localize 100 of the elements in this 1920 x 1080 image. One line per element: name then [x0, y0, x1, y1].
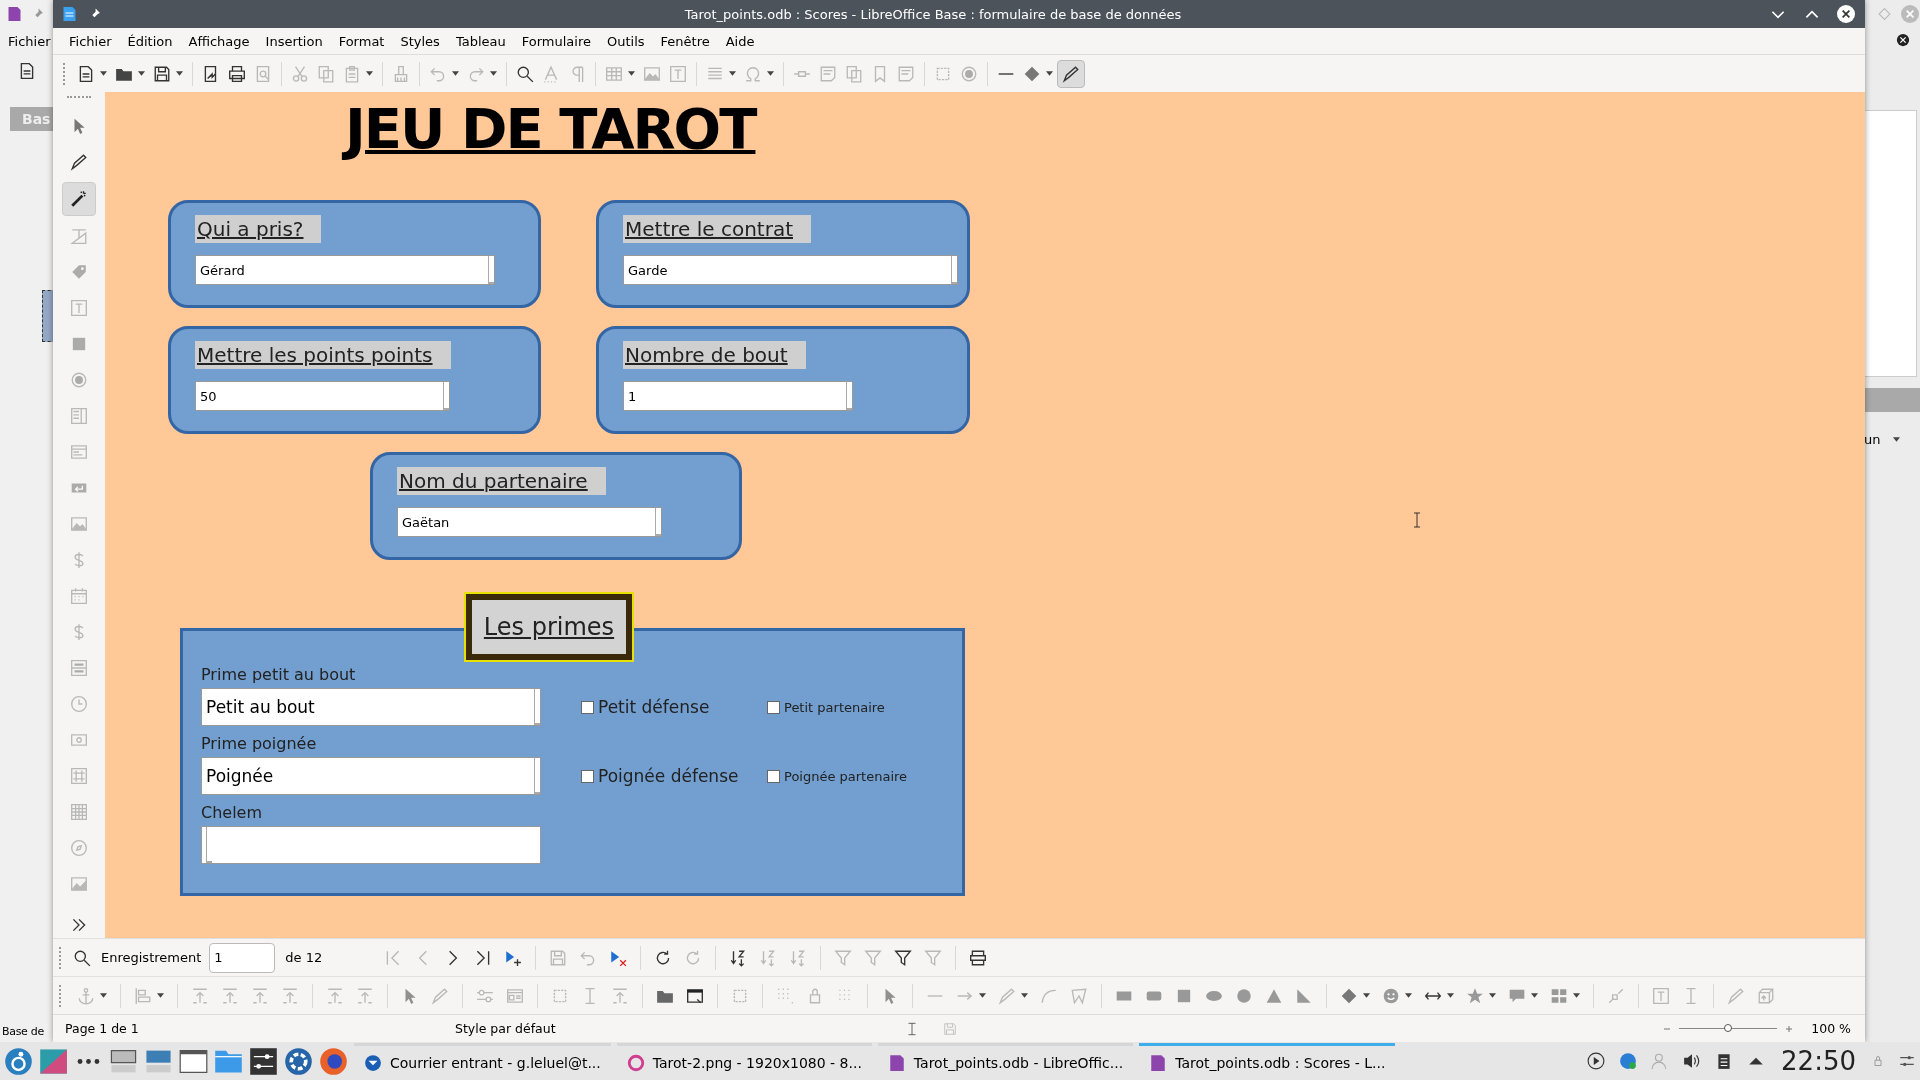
combo-box[interactable]: Garde — [623, 255, 958, 285]
menu-item[interactable]: Outils — [598, 33, 653, 49]
star-icon[interactable] — [1466, 986, 1484, 1005]
save-record-icon[interactable] — [549, 948, 568, 967]
list-box-icon[interactable] — [70, 407, 88, 425]
autofilter-icon[interactable] — [834, 948, 853, 967]
freeform-line-icon[interactable] — [998, 986, 1016, 1005]
combo-box[interactable]: 50 — [195, 381, 450, 411]
taskbar-item[interactable]: Tarot-2.png - 1920x1080 - 8... — [616, 1043, 872, 1079]
reset-filter-icon[interactable] — [924, 948, 943, 967]
new-document-icon[interactable] — [77, 64, 95, 83]
note-icon[interactable] — [819, 64, 837, 83]
table-control-icon[interactable] — [70, 803, 88, 821]
menu-item[interactable]: Insertion — [257, 33, 331, 49]
caret-icon[interactable] — [1893, 437, 1901, 442]
text-box-icon[interactable] — [669, 64, 687, 83]
image-icon[interactable] — [643, 64, 661, 83]
menu-item[interactable]: Fichier — [61, 33, 120, 49]
numeric-field-icon[interactable] — [70, 767, 88, 785]
send-backward-icon[interactable] — [251, 986, 269, 1005]
find-icon[interactable] — [516, 64, 534, 83]
to-foreground-icon[interactable] — [326, 986, 344, 1005]
combo-box[interactable]: Gérard — [195, 255, 495, 285]
form-navigator-icon[interactable] — [969, 948, 988, 967]
close-icon[interactable] — [1896, 33, 1910, 47]
menu-item[interactable]: Fenêtre — [652, 33, 718, 49]
flowchart-icon[interactable] — [1550, 986, 1568, 1005]
caret-icon[interactable] — [138, 71, 145, 76]
combo-box[interactable]: Gaëtan — [397, 507, 662, 537]
align-icon[interactable] — [134, 986, 152, 1005]
text-box-icon[interactable] — [1652, 986, 1670, 1005]
caret-icon[interactable] — [157, 993, 164, 998]
apply-filter-icon[interactable] — [864, 948, 883, 967]
image-control-icon[interactable] — [70, 875, 88, 893]
browser-icon[interactable] — [319, 1046, 348, 1076]
label-field-icon[interactable] — [70, 227, 88, 245]
diamond-icon[interactable] — [1340, 986, 1358, 1005]
bring-forward-icon[interactable] — [221, 986, 239, 1005]
push-button-icon[interactable] — [70, 335, 88, 353]
combo-box-icon[interactable] — [70, 443, 88, 461]
checkbox[interactable]: Poignée défense — [581, 766, 741, 786]
zoom-in-icon[interactable] — [1785, 1024, 1794, 1033]
dropdown-text[interactable]: un — [1864, 432, 1881, 447]
delete-record-icon[interactable] — [609, 948, 628, 967]
pencil-icon[interactable] — [70, 153, 88, 171]
smiley-icon[interactable] — [1382, 986, 1400, 1005]
option-button-icon[interactable] — [70, 371, 88, 389]
copy-icon[interactable] — [317, 64, 335, 83]
grid-icon[interactable] — [776, 986, 794, 1005]
settings-icon[interactable] — [249, 1046, 278, 1076]
caret-icon[interactable] — [490, 71, 497, 76]
cut-icon[interactable] — [291, 64, 309, 83]
wand-icon[interactable] — [70, 190, 88, 208]
taskbar-item[interactable]: Tarot_points.odb - LibreOffic... — [877, 1043, 1134, 1079]
more-icon[interactable] — [70, 916, 88, 934]
combo-box[interactable]: Petit au bout — [201, 688, 541, 726]
image-button-icon[interactable] — [70, 515, 88, 533]
draw-icon[interactable] — [1062, 64, 1080, 83]
gear-icon[interactable] — [284, 1046, 313, 1076]
app-icon[interactable] — [39, 1046, 68, 1076]
caret-icon[interactable] — [1573, 993, 1580, 998]
print-icon[interactable] — [228, 64, 246, 83]
menu-item[interactable]: Format — [330, 33, 393, 49]
taskbar-item[interactable]: Tarot_points.odb : Scores - L... — [1139, 1043, 1396, 1079]
date-field-icon[interactable] — [70, 587, 88, 605]
automatic-control-focus-icon[interactable] — [611, 986, 629, 1005]
table-icon[interactable] — [605, 64, 623, 83]
form-design-window-icon[interactable] — [686, 986, 704, 1005]
group-box-icon[interactable] — [70, 659, 88, 677]
checkbox[interactable]: Petit partenaire — [767, 699, 927, 715]
right-triangle-icon[interactable] — [1295, 986, 1313, 1005]
close-icon[interactable] — [1837, 5, 1855, 23]
combo-box[interactable]: Poignée — [201, 757, 541, 795]
new-document-icon[interactable] — [18, 62, 36, 80]
caret-icon[interactable] — [100, 71, 107, 76]
duplicate-icon[interactable] — [845, 64, 863, 83]
text-box-icon[interactable] — [70, 299, 88, 317]
start-menu-icon[interactable] — [4, 1046, 33, 1076]
record-field[interactable]: 1 — [209, 942, 276, 973]
points-icon[interactable] — [1727, 986, 1745, 1005]
caret-icon[interactable] — [176, 71, 183, 76]
taskbar-item[interactable]: Courrier entrant - g.leluel@t... — [354, 1043, 611, 1079]
pattern-field-icon[interactable] — [70, 731, 88, 749]
caret-icon[interactable] — [1405, 993, 1412, 998]
checkbox[interactable]: Poignée partenaire — [767, 768, 927, 784]
navigation-bar-icon[interactable] — [70, 839, 88, 857]
clone-formatting-icon[interactable] — [392, 64, 410, 83]
save-icon[interactable] — [153, 64, 171, 83]
caret-icon[interactable] — [100, 993, 107, 998]
fontwork-icon[interactable] — [542, 64, 560, 83]
caret-icon[interactable] — [1363, 993, 1370, 998]
caret-icon[interactable] — [1447, 993, 1454, 998]
radio-icon[interactable] — [960, 64, 978, 83]
combo-box[interactable]: 1 — [623, 381, 853, 411]
caret-icon[interactable] — [1046, 71, 1053, 76]
design-mode-icon[interactable] — [431, 986, 449, 1005]
caret-icon[interactable] — [628, 71, 635, 76]
polygon-icon[interactable] — [1070, 986, 1088, 1005]
search-icon[interactable] — [73, 948, 91, 967]
bring-to-front-icon[interactable] — [191, 986, 209, 1005]
